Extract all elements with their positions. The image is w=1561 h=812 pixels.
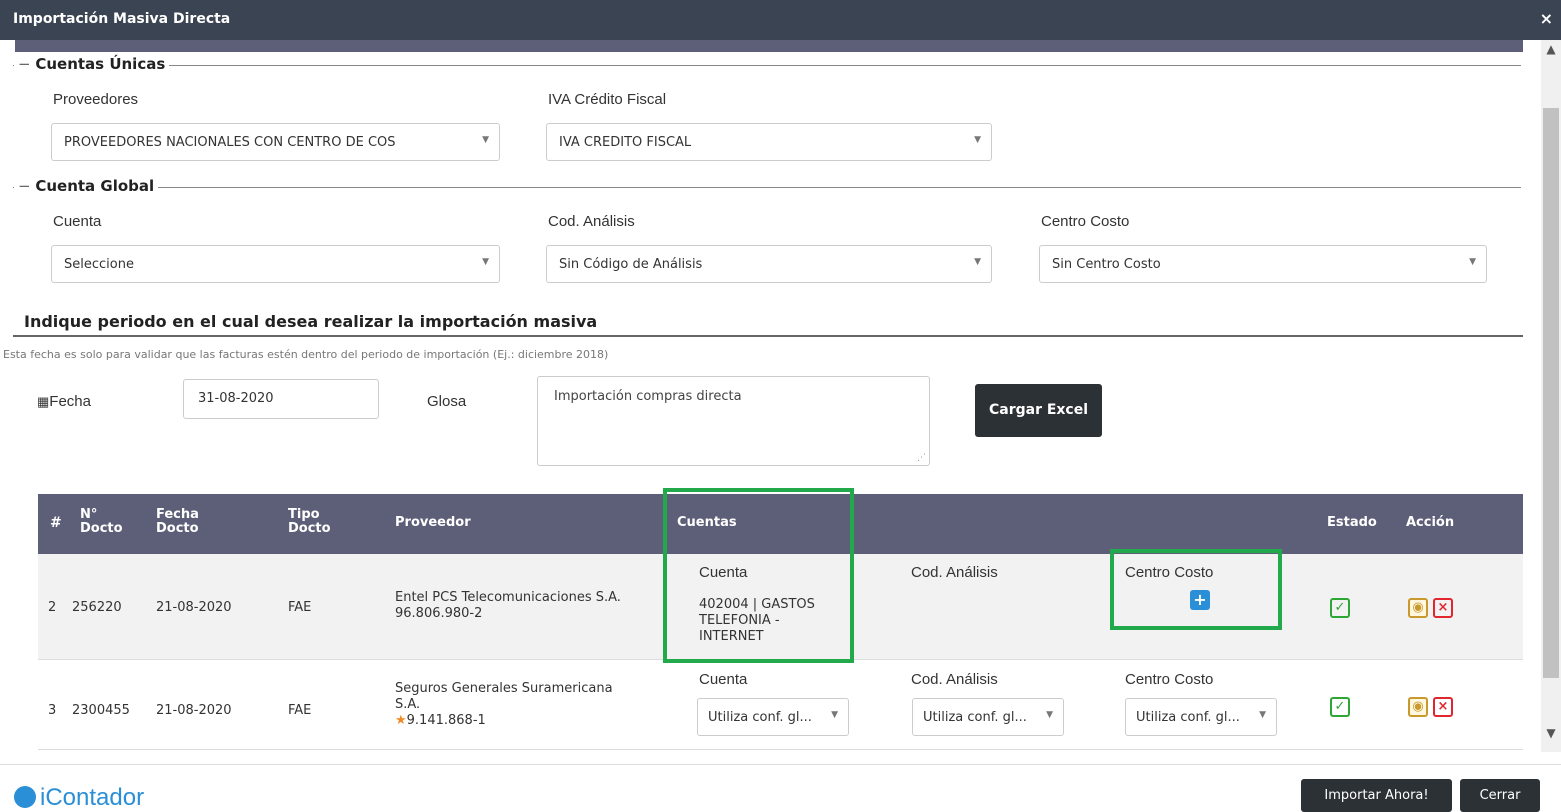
delete-icon[interactable]: × [1433,598,1453,618]
glosa-value: Importación compras directa [554,389,742,404]
row-analisis-select-value: Utiliza conf. gl... [923,710,1027,725]
chevron-down-icon: ▼ [1259,710,1266,720]
cuenta-select[interactable]: Seleccione ▼ [51,245,500,283]
chevron-down-icon: ▼ [482,135,489,145]
view-eye-icon[interactable]: ◉ [1408,598,1428,618]
analisis-value: Sin Código de Análisis [559,257,703,272]
dialog-title: Importación Masiva Directa [13,11,231,27]
divider [13,187,1521,188]
row-fecha: 21-08-2020 [156,600,232,615]
glosa-label: Glosa [427,393,467,410]
cuenta-label: Cuenta [53,213,102,230]
row-num: 3 [48,703,57,718]
row-tipo: FAE [288,703,312,718]
analisis-label: Cod. Análisis [548,213,635,230]
row-cuenta-select-value: Utiliza conf. gl... [708,710,812,725]
glosa-textarea[interactable]: Importación compras directa ⋰ [537,376,930,466]
global-account-legend: − Cuenta Global [14,177,159,195]
divider [13,335,1523,337]
header-accion: Acción [1406,515,1455,530]
brand-logo: iContador [14,784,144,812]
view-eye-icon[interactable]: ◉ [1408,697,1428,717]
star-icon: ★ [395,713,407,728]
fecha-label: ▦Fecha [37,393,91,410]
header-tipo: Tipo Docto [288,507,331,536]
cloud-logo-icon [14,786,36,808]
chevron-down-icon: ▼ [1469,257,1476,267]
delete-icon[interactable]: × [1433,697,1453,717]
row-cuenta-select[interactable]: Utiliza conf. gl... ▼ [697,698,849,736]
proveedores-value: PROVEEDORES NACIONALES CON CENTRO DE COS [64,135,396,150]
row-num: 2 [48,600,57,615]
cuenta-value: Seleccione [64,257,134,272]
status-check-icon: ✓ [1330,598,1350,618]
table-row: 3 2300455 21-08-2020 FAE Seguros General… [38,661,1523,750]
scroll-up-icon[interactable]: ▲ [1541,42,1561,64]
vertical-scrollbar[interactable]: ▲ ▼ [1541,40,1561,752]
centro-label: Centro Costo [1041,213,1130,230]
iva-label: IVA Crédito Fiscal [548,91,667,108]
header-strip [15,40,1523,52]
chevron-down-icon: ▼ [1046,710,1053,720]
highlight-cuentas [663,488,854,663]
close-icon[interactable]: × [1540,9,1553,28]
fecha-input[interactable]: 31-08-2020 [183,379,379,419]
row-centro-label: Centro Costo [1125,671,1214,688]
row-centro-select[interactable]: Utiliza conf. gl... ▼ [1125,698,1277,736]
row-proveedor: Seguros Generales Suramericana S.A. ★9.141… [395,681,613,728]
chevron-down-icon: ▼ [482,257,489,267]
proveedores-select[interactable]: PROVEEDORES NACIONALES CON CENTRO DE COS… [51,123,500,161]
period-title: Indique periodo en el cual desea realiza… [24,312,598,331]
chevron-down-icon: ▼ [974,135,981,145]
row-docto: 2300455 [72,703,130,718]
scroll-thumb[interactable] [1543,108,1559,678]
resize-grip-icon[interactable]: ⋰ [917,453,926,463]
header-fecha: Fecha Docto [156,507,199,536]
calendar-icon: ▦ [37,394,50,409]
close-button[interactable]: Cerrar [1460,779,1540,812]
row-analisis-select[interactable]: Utiliza conf. gl... ▼ [912,698,1064,736]
period-hint: Esta fecha es solo para validar que las … [3,348,609,361]
scroll-down-icon[interactable]: ▼ [1541,726,1561,748]
row-analisis-label: Cod. Análisis [911,564,998,581]
highlight-centro-costo [1110,549,1282,630]
row-centro-select-value: Utiliza conf. gl... [1136,710,1240,725]
header-docto: N° Docto [80,507,123,536]
row-cuenta-label: Cuenta [699,671,748,688]
iva-select[interactable]: IVA CREDITO FISCAL ▼ [546,123,992,161]
divider [13,65,1521,66]
header-num: # [50,515,62,531]
iva-value: IVA CREDITO FISCAL [559,135,692,150]
proveedores-label: Proveedores [53,91,139,108]
header-proveedor: Proveedor [395,515,471,530]
row-fecha: 21-08-2020 [156,703,232,718]
header-estado: Estado [1327,515,1377,530]
status-check-icon: ✓ [1330,697,1350,717]
import-now-button[interactable]: Importar Ahora! [1301,779,1452,812]
footer-divider [0,764,1561,765]
chevron-down-icon: ▼ [831,710,838,720]
row-proveedor: Entel PCS Telecomunicaciones S.A. 96.806.… [395,590,621,621]
centro-select[interactable]: Sin Centro Costo ▼ [1039,245,1487,283]
centro-value: Sin Centro Costo [1052,257,1161,272]
row-analisis-label: Cod. Análisis [911,671,998,688]
row-tipo: FAE [288,600,312,615]
chevron-down-icon: ▼ [974,257,981,267]
unique-accounts-legend: − Cuentas Únicas [14,55,170,73]
dialog-titlebar: Importación Masiva Directa × [0,0,1561,40]
row-docto: 256220 [72,600,122,615]
analisis-select[interactable]: Sin Código de Análisis ▼ [546,245,992,283]
load-excel-button[interactable]: Cargar Excel [975,384,1102,437]
